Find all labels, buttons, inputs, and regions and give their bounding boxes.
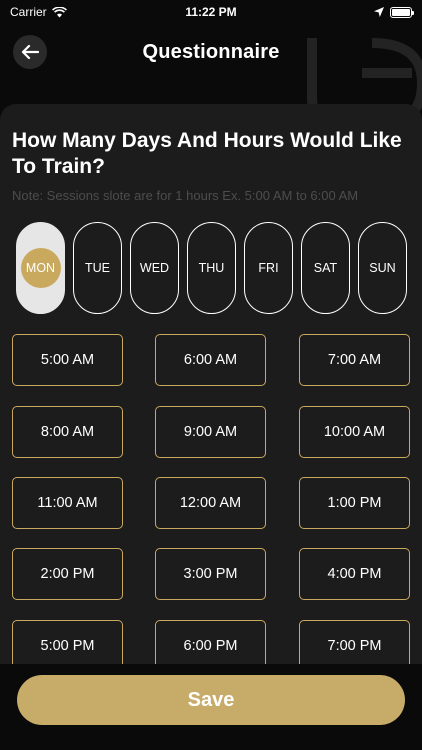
day-label: TUE xyxy=(85,261,110,275)
day-selected-indicator: MON xyxy=(20,248,61,288)
time-slot-button[interactable]: 5:00 AM xyxy=(12,334,123,386)
carrier-label: Carrier xyxy=(10,5,47,19)
questionnaire-card: How Many Days And Hours Would Like To Tr… xyxy=(0,104,422,664)
day-fri-button[interactable]: FRI xyxy=(244,222,293,314)
day-thu-button[interactable]: THU xyxy=(187,222,236,314)
time-slot-button[interactable]: 4:00 PM xyxy=(299,548,410,600)
time-slot-button[interactable]: 2:00 PM xyxy=(12,548,123,600)
time-slot-button[interactable]: 10:00 AM xyxy=(299,406,410,458)
session-note: Note: Sessions slote are for 1 hours Ex.… xyxy=(12,188,359,203)
day-label: FRI xyxy=(258,261,279,275)
time-slot-button[interactable]: 5:00 PM xyxy=(12,620,123,664)
day-sat-button[interactable]: SAT xyxy=(301,222,350,314)
page-title: Questionnaire xyxy=(142,40,280,63)
time-slot-button[interactable]: 8:00 AM xyxy=(12,406,123,458)
day-wed-button[interactable]: WED xyxy=(130,222,179,314)
back-button[interactable] xyxy=(13,35,47,69)
day-sun-button[interactable]: SUN xyxy=(358,222,407,314)
time-slot-button[interactable]: 11:00 AM xyxy=(12,477,123,529)
day-tue-button[interactable]: TUE xyxy=(73,222,122,314)
day-label: THU xyxy=(198,261,225,275)
status-bar: Carrier 11:22 PM xyxy=(0,0,422,24)
time-slot-button[interactable]: 7:00 PM xyxy=(299,620,410,664)
day-label: MON xyxy=(25,261,56,275)
day-label: WED xyxy=(139,261,170,275)
time-slot-button[interactable]: 6:00 PM xyxy=(155,620,266,664)
arrow-left-icon xyxy=(21,44,39,60)
questionnaire-screen: Carrier 11:22 PM Questionnaire How Many … xyxy=(0,0,422,750)
time-slot-button[interactable]: 12:00 AM xyxy=(155,477,266,529)
day-selector: MON TUE WED THU FRI SAT SUN xyxy=(16,222,407,314)
day-mon-button[interactable]: MON xyxy=(16,222,65,314)
time-slot-button[interactable]: 6:00 AM xyxy=(155,334,266,386)
time-slot-button[interactable]: 7:00 AM xyxy=(299,334,410,386)
battery-icon xyxy=(390,6,414,18)
header: Questionnaire xyxy=(0,30,422,74)
save-button[interactable]: Save xyxy=(17,675,405,725)
wifi-icon xyxy=(51,6,67,17)
location-arrow-icon xyxy=(374,7,384,17)
time-slot-button[interactable]: 1:00 PM xyxy=(299,477,410,529)
time-slot-button[interactable]: 9:00 AM xyxy=(155,406,266,458)
question-title: How Many Days And Hours Would Like To Tr… xyxy=(12,129,402,178)
day-label: SAT xyxy=(313,261,338,275)
time-slot-button[interactable]: 3:00 PM xyxy=(155,548,266,600)
day-label: SUN xyxy=(369,261,396,275)
